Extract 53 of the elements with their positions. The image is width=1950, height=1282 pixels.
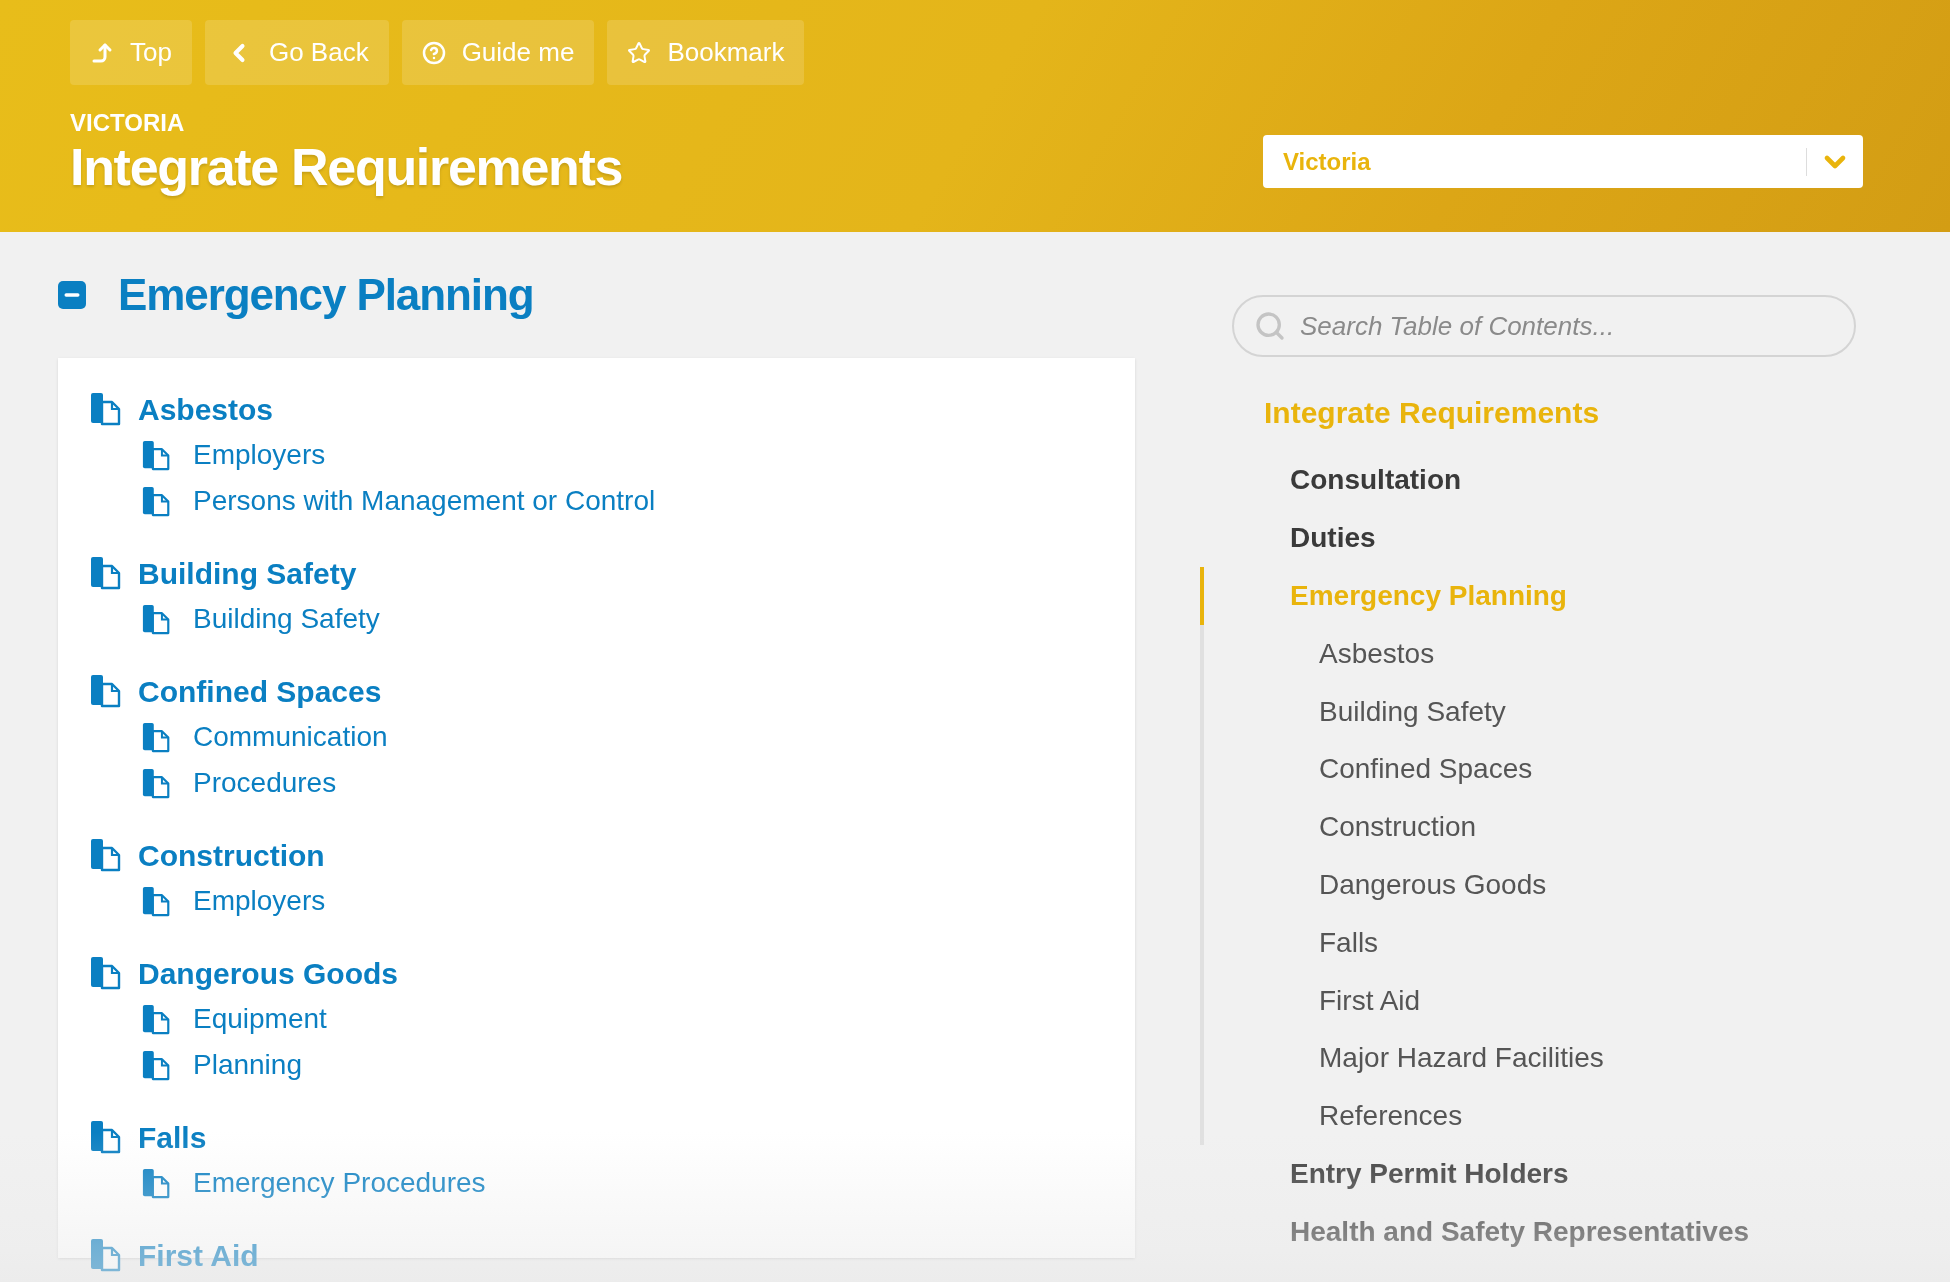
- subtopic-link[interactable]: Building Safety: [90, 596, 1103, 642]
- search-input[interactable]: Search Table of Contents...: [1300, 306, 1834, 346]
- documents-icon: [142, 885, 171, 917]
- topic-link[interactable]: Building Safety: [90, 550, 1103, 596]
- search-field[interactable]: Search Table of Contents...: [1232, 295, 1856, 357]
- toc-subitem[interactable]: Construction: [1319, 798, 1950, 857]
- star-icon: [627, 40, 652, 65]
- toc-subitem[interactable]: Dangerous Goods: [1319, 856, 1950, 914]
- documents-icon: [90, 1120, 122, 1154]
- documents-icon: [90, 674, 122, 708]
- documents-icon: [90, 956, 122, 990]
- documents-icon: [142, 603, 171, 635]
- toc-item[interactable]: Duties: [1290, 509, 1950, 567]
- toc-subitem[interactable]: Building Safety: [1319, 682, 1950, 741]
- documents-icon: [142, 767, 171, 799]
- subtopic-link[interactable]: Persons with Management or Control: [90, 478, 1103, 524]
- help-icon: [421, 40, 446, 65]
- documents-icon: [142, 439, 171, 471]
- toc-title: Integrate Requirements: [1264, 394, 1601, 431]
- page-title: Integrate Requirements: [70, 137, 623, 198]
- documents-icon: [90, 838, 122, 872]
- topic-link[interactable]: Falls: [90, 1114, 1103, 1160]
- subtopic-link[interactable]: Planning: [90, 1042, 1103, 1088]
- search-icon: [1254, 310, 1286, 342]
- toc-subitem[interactable]: Confined Spaces: [1319, 740, 1950, 799]
- subtopic-link[interactable]: Communication: [90, 714, 1103, 760]
- toc-subitem[interactable]: Asbestos: [1319, 625, 1950, 683]
- region-label: VICTORIA: [70, 111, 186, 135]
- toc-subitem[interactable]: Major Hazard Facilities: [1319, 1029, 1950, 1088]
- subtopic-link[interactable]: Employers: [90, 432, 1103, 478]
- topic-link[interactable]: Construction: [90, 832, 1103, 878]
- collapse-icon[interactable]: [58, 281, 86, 309]
- documents-icon: [142, 721, 171, 753]
- subtopic-link[interactable]: Employers: [90, 878, 1103, 924]
- subtopic-link[interactable]: Procedures: [90, 760, 1103, 806]
- topic-link[interactable]: Dangerous Goods: [90, 950, 1103, 996]
- documents-icon: [90, 556, 122, 590]
- documents-icon: [142, 1003, 171, 1035]
- topic-link[interactable]: Asbestos: [90, 386, 1103, 432]
- documents-icon: [142, 1049, 171, 1081]
- topic-link[interactable]: Confined Spaces: [90, 668, 1103, 714]
- toc-item[interactable]: Entry Permit Holders: [1290, 1145, 1950, 1204]
- toc-item[interactable]: Consultation: [1290, 451, 1950, 509]
- subtopic-link[interactable]: Emergency Procedures: [90, 1160, 1103, 1206]
- documents-icon: [90, 392, 122, 426]
- section-title: Emergency Planning: [118, 269, 534, 321]
- documents-icon: [142, 1167, 171, 1199]
- toc-subitem[interactable]: First Aid: [1319, 971, 1950, 1030]
- subtopic-link[interactable]: Equipment: [90, 996, 1103, 1042]
- toc-subitem[interactable]: Falls: [1319, 914, 1950, 972]
- toc-subitem[interactable]: References: [1319, 1087, 1950, 1146]
- toc-item[interactable]: Health and Safety Representatives: [1290, 1203, 1950, 1262]
- documents-icon: [142, 485, 171, 517]
